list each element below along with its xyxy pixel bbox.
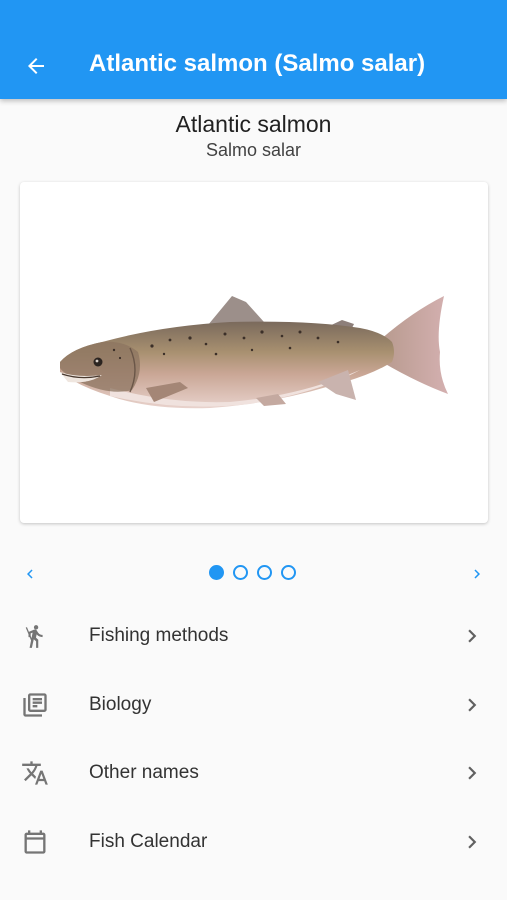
- species-common-name: Atlantic salmon: [175, 111, 332, 137]
- menu-item-label: Other names: [89, 762, 199, 783]
- page-indicator: [209, 565, 296, 580]
- fish-image: [60, 296, 448, 409]
- chevron-left-icon: [27, 569, 33, 579]
- chevron-right-icon: [458, 691, 486, 719]
- app-bar: Atlantic salmon (Salmo salar): [0, 0, 507, 99]
- menu-item-label: Biology: [89, 693, 152, 715]
- page-dot[interactable]: [233, 565, 248, 580]
- menu-item-partially-visible[interactable]: [0, 877, 507, 900]
- page-title: Atlantic salmon (Salmo salar): [89, 50, 426, 77]
- library-books-icon: [20, 690, 50, 720]
- chevron-right-icon: [458, 828, 486, 856]
- chevron-right-icon: [458, 622, 486, 650]
- image-pager: [0, 556, 507, 590]
- back-button[interactable]: [14, 44, 58, 88]
- chevron-right-icon: [458, 759, 486, 787]
- next-image-button[interactable]: [463, 560, 491, 588]
- fisherman-icon: [20, 621, 50, 651]
- page-dot[interactable]: [281, 565, 296, 580]
- menu-item-biology[interactable]: Biology: [0, 672, 507, 741]
- calendar-icon: [20, 827, 50, 857]
- species-menu: Fishing methods Biology Other names Fish…: [0, 603, 507, 900]
- menu-item-label: Fishing methods: [89, 625, 229, 646]
- menu-item-other-names[interactable]: Other names: [0, 740, 507, 809]
- previous-image-button[interactable]: [16, 560, 44, 588]
- menu-item-fishing-methods[interactable]: Fishing methods: [0, 603, 507, 672]
- translate-icon: [20, 758, 50, 788]
- fish-image-card[interactable]: [20, 182, 488, 523]
- arrow-left-icon: [28, 58, 44, 74]
- page-dot[interactable]: [209, 565, 224, 580]
- chevron-right-icon: [474, 569, 480, 579]
- page-dot[interactable]: [257, 565, 272, 580]
- chevron-right-icon: [458, 895, 486, 900]
- menu-item-label: Fish Calendar: [89, 830, 208, 852]
- menu-item-fish-calendar[interactable]: Fish Calendar: [0, 809, 507, 878]
- species-scientific-name: Salmo salar: [205, 140, 302, 160]
